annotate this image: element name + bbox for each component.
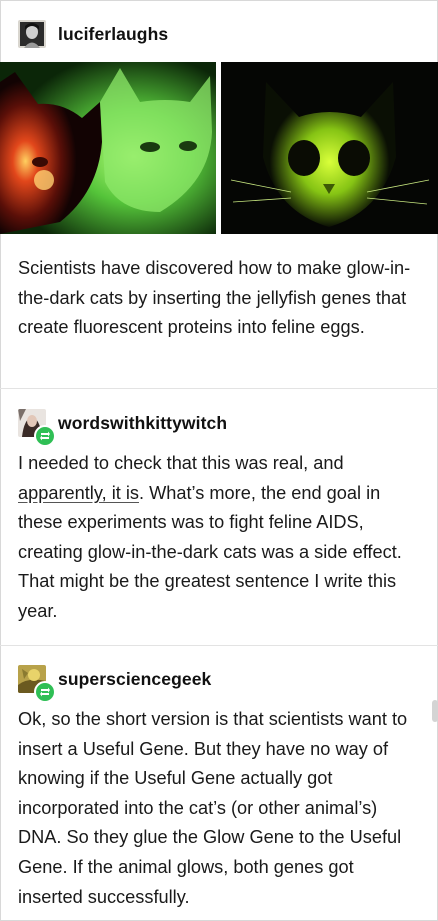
reblog-header: wordswithkittywitch <box>18 409 227 447</box>
source-link[interactable]: apparently, it is <box>18 483 139 503</box>
reblog-text-part: I needed to check that this was real, an… <box>18 453 344 473</box>
reblog-author-name[interactable]: supersciencegeek <box>58 669 211 690</box>
post-header: luciferlaughs <box>18 20 168 48</box>
post-body-text: Scientists have discovered how to make g… <box>18 258 411 338</box>
reblog-icon <box>34 425 56 447</box>
glowing-cat-dark-photo[interactable] <box>221 62 438 234</box>
post-author-name[interactable]: luciferlaughs <box>58 24 168 45</box>
glowing-cats-photo[interactable] <box>0 62 216 234</box>
avatar[interactable] <box>18 409 56 447</box>
avatar[interactable] <box>18 665 56 703</box>
reblog-body-text: Ok, so the short version is that scienti… <box>18 709 408 907</box>
reblog-header: supersciencegeek <box>18 665 211 703</box>
reblog-body-text: I needed to check that this was real, an… <box>18 449 423 627</box>
reblog-text-part: . What’s more, the end goal in these exp… <box>18 482 402 621</box>
divider <box>0 388 438 389</box>
reblog-icon <box>34 681 56 703</box>
divider <box>0 645 438 646</box>
portrait-avatar-icon[interactable] <box>18 20 46 48</box>
scrollbar-thumb[interactable] <box>432 700 438 722</box>
reblog-author-name[interactable]: wordswithkittywitch <box>58 413 227 434</box>
